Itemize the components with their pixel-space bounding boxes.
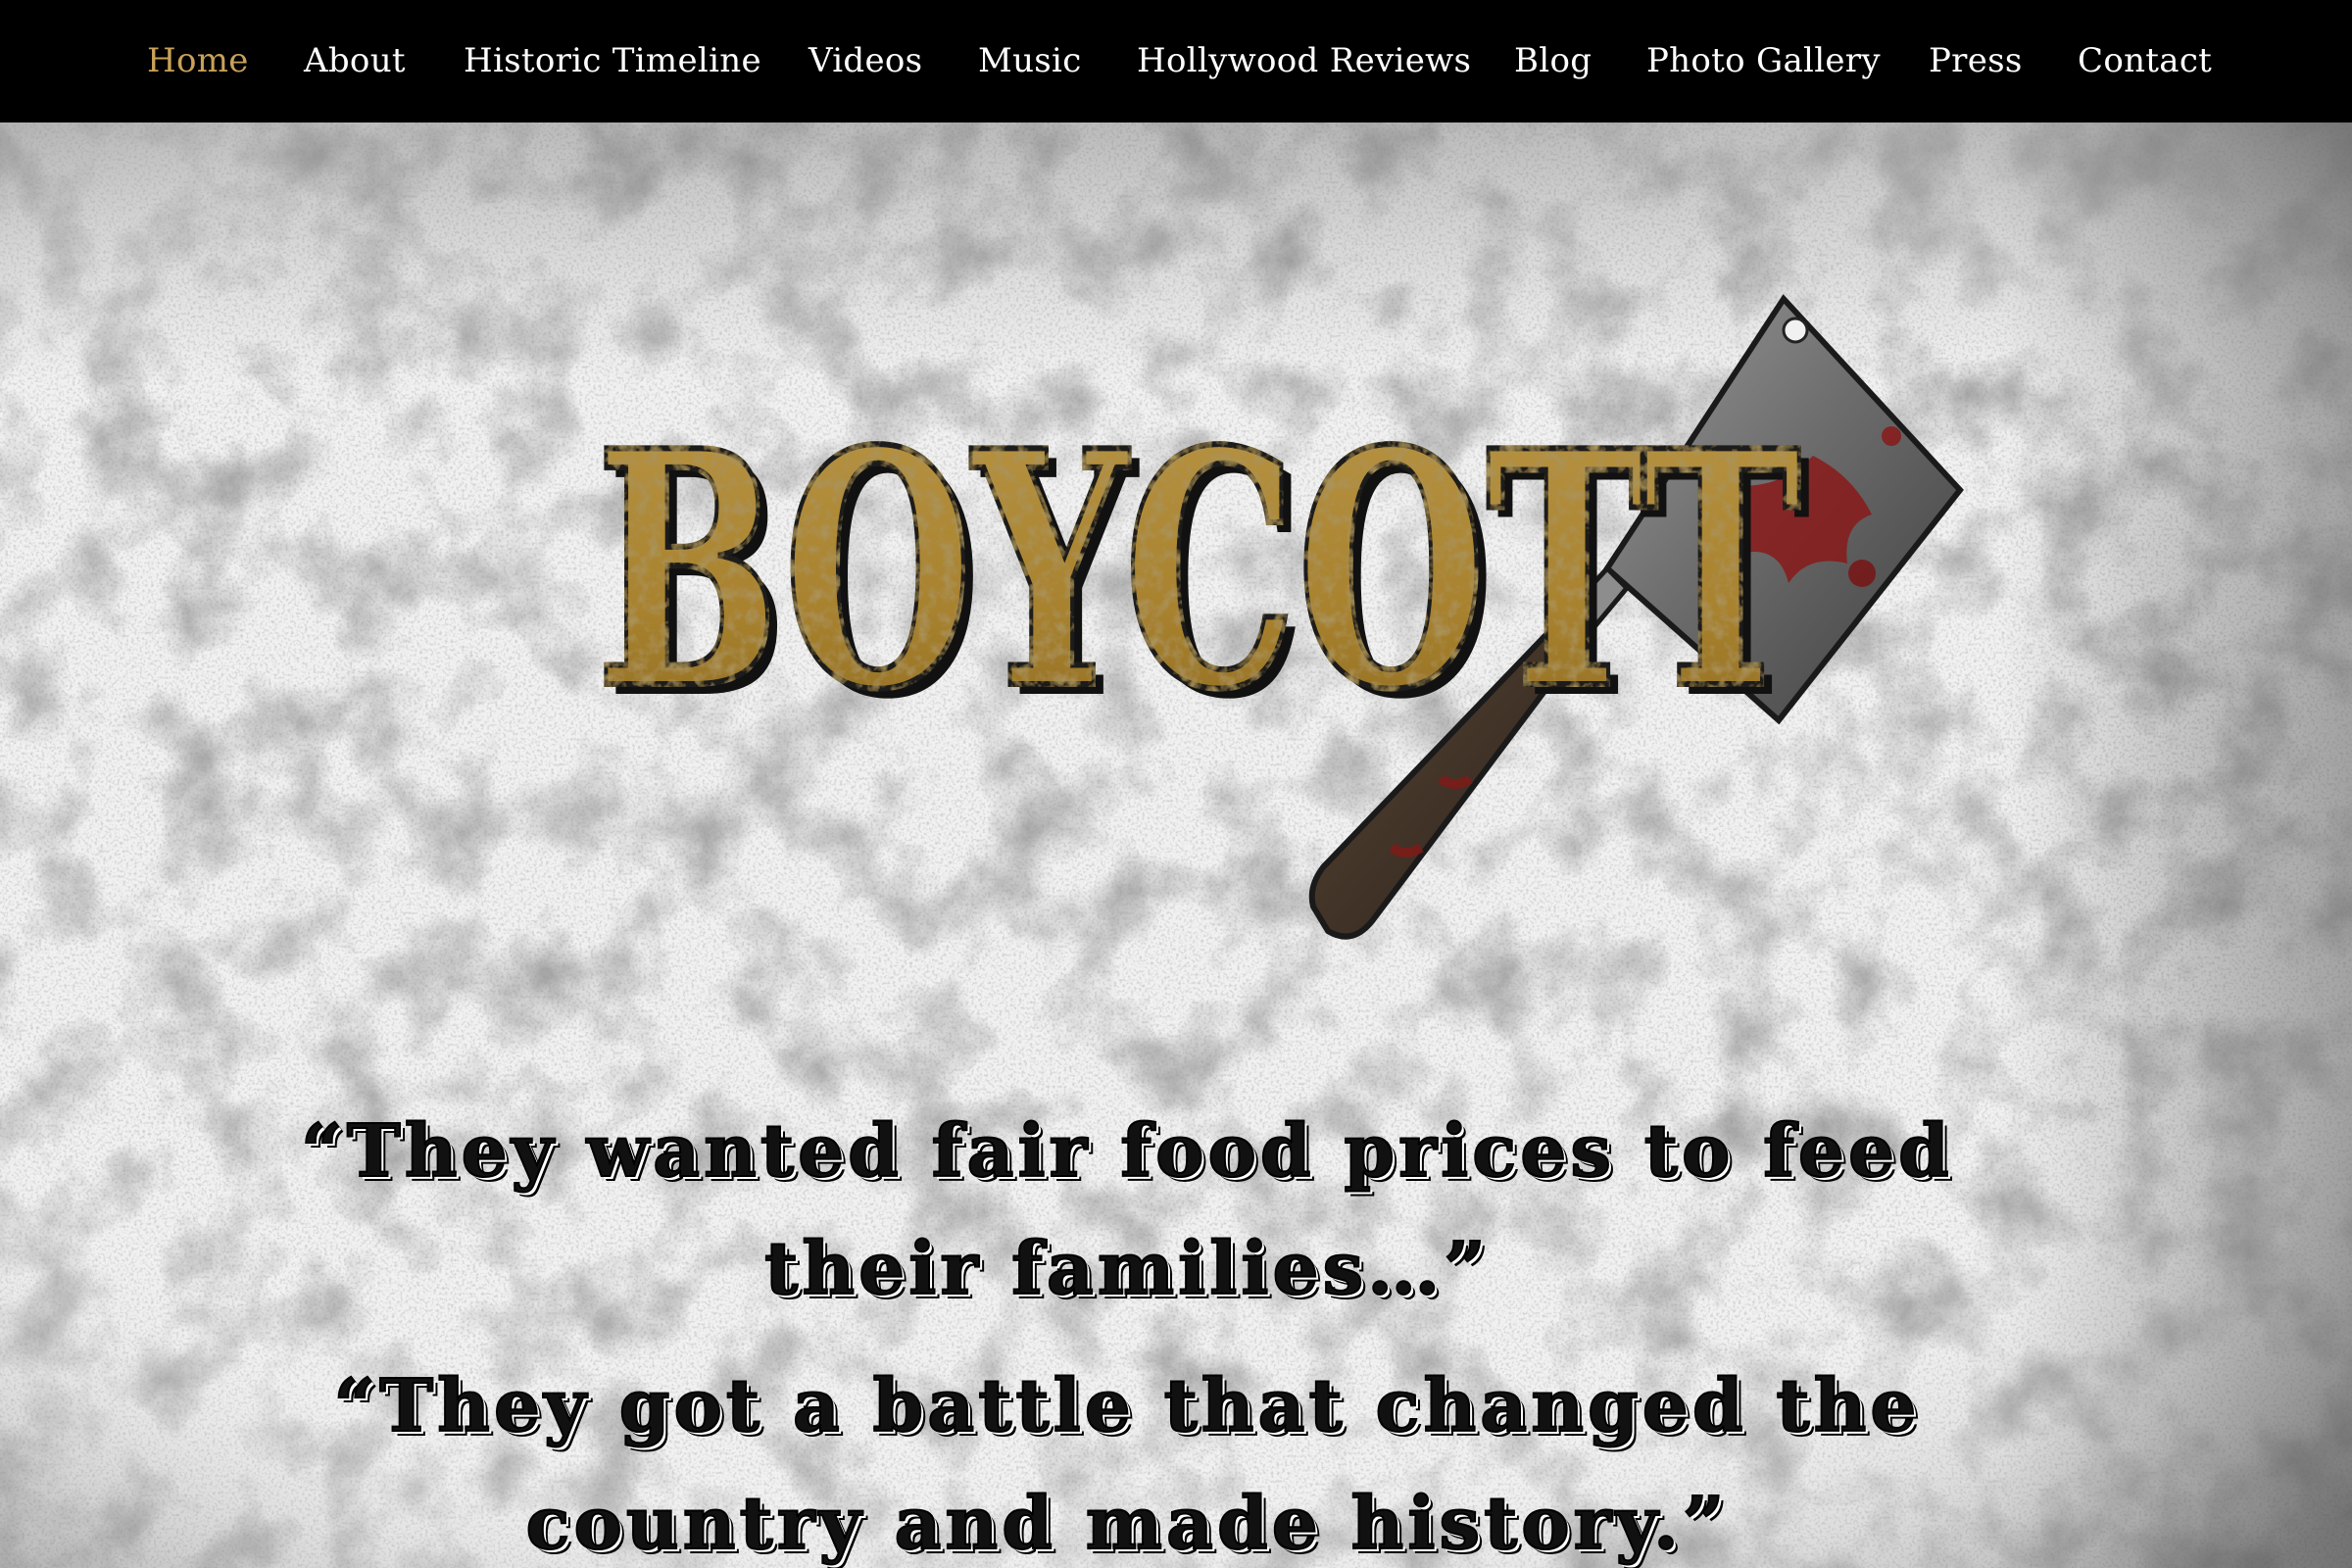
- nav-videos[interactable]: Videos: [808, 37, 922, 84]
- nav-hollywood-reviews[interactable]: Hollywood Reviews: [1137, 37, 1471, 84]
- hero-quote-2: “They got a battle that changed the coun…: [333, 1363, 1921, 1567]
- nav-historic-timeline[interactable]: Historic Timeline: [464, 37, 761, 84]
- logo-text: BOYCOTT: [596, 441, 1801, 715]
- hero-quote-1: “They wanted fair food prices to feed th…: [300, 1108, 1953, 1312]
- page: Home About Historic Timeline Videos Musi…: [0, 0, 2352, 1568]
- main-navbar: Home About Historic Timeline Videos Musi…: [0, 0, 2352, 122]
- nav-contact[interactable]: Contact: [2078, 37, 2212, 84]
- hero-section: BOYCOTT BOYCOTT “They wanted fair food p…: [0, 122, 2352, 1568]
- boycott-logo[interactable]: BOYCOTT BOYCOTT: [588, 260, 1980, 965]
- nav-blog[interactable]: Blog: [1514, 37, 1592, 84]
- boycott-wordmark: BOYCOTT BOYCOTT: [593, 441, 1811, 715]
- nav-music[interactable]: Music: [978, 37, 1082, 84]
- nav-home[interactable]: Home: [147, 37, 249, 84]
- nav-photo-gallery[interactable]: Photo Gallery: [1646, 37, 1881, 84]
- nav-about[interactable]: About: [304, 37, 406, 84]
- nav-press[interactable]: Press: [1929, 37, 2023, 84]
